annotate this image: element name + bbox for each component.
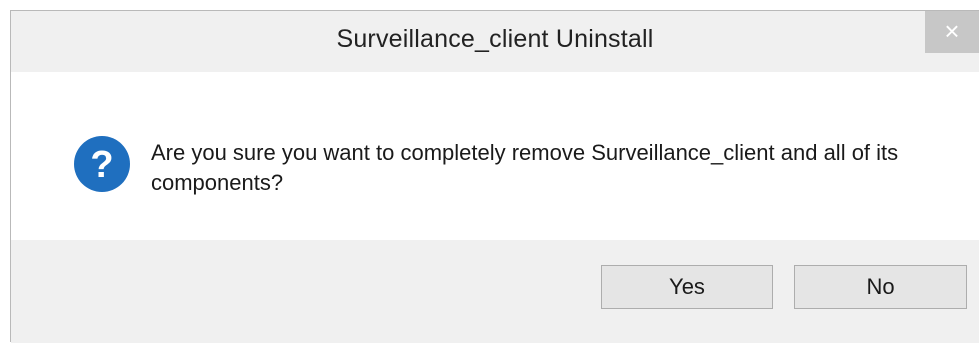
no-button[interactable]: No (794, 265, 967, 309)
window-title: Surveillance_client Uninstall (336, 25, 654, 53)
question-icon: ? (74, 136, 130, 192)
button-bar: Yes No (11, 240, 979, 343)
confirmation-message: Are you sure you want to completely remo… (151, 140, 899, 195)
svg-text:?: ? (90, 144, 113, 186)
title-bar: Surveillance_client Uninstall × (11, 11, 979, 71)
yes-button[interactable]: Yes (601, 265, 773, 309)
close-button[interactable]: × (925, 11, 979, 53)
uninstall-dialog: Surveillance_client Uninstall × ? Are yo… (10, 10, 979, 343)
message-area: ? Are you sure you want to completely re… (11, 72, 979, 240)
